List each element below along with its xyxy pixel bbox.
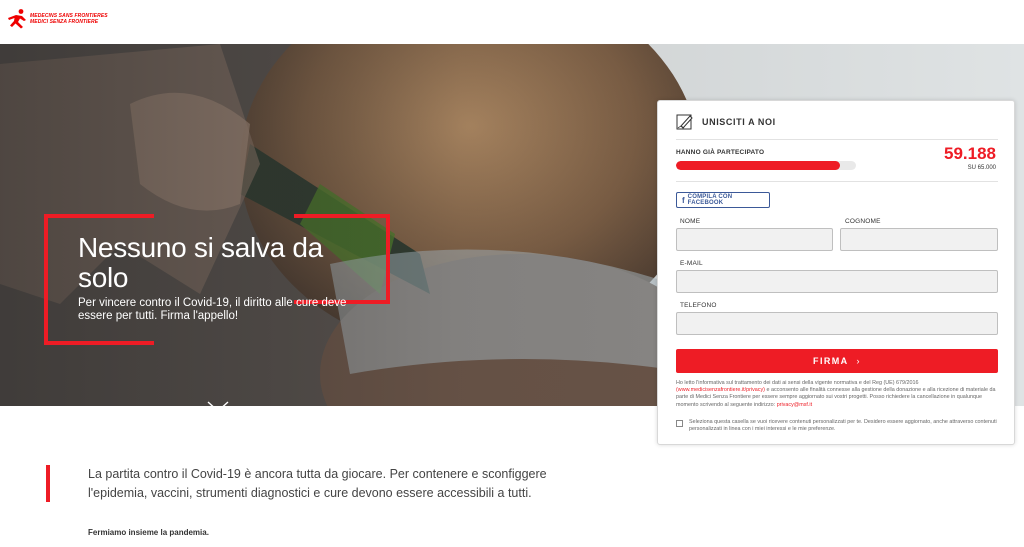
first-name-label: NOME [680,218,701,225]
facebook-button-label: COMPILA CON FACEBOOK [687,194,733,206]
site-header: MEDECINS SANS FRONTIERES MEDICI SENZA FR… [0,0,1024,44]
petition-form: UNISCITI A NOI HANNO GIÀ PARTECIPATO 59.… [657,100,1015,445]
progress-bar [676,161,856,170]
signature-count: 59.188 [944,144,996,163]
privacy-email-link[interactable]: privacy@msf.it [777,402,812,408]
phone-label: TELEFONO [680,302,717,309]
pen-signature-icon [676,114,693,130]
form-title: UNISCITI A NOI [702,117,776,127]
sign-button-label: FIRMA [813,356,849,366]
divider [676,181,998,182]
consent-checkbox[interactable] [676,420,683,427]
hero-title: Nessuno si salva da solo [78,232,323,293]
lead-paragraph: La partita contro il Covid-19 è ancora t… [88,467,547,500]
logo-line-2: MEDICI SENZA FRONTIERE [30,19,99,25]
hero-subtitle: Per vincere contro il Covid-19, il dirit… [78,297,347,322]
logo-wordmark: MEDECINS SANS FRONTIERES MEDICI SENZA FR… [30,13,108,25]
sign-button[interactable]: FIRMA › [676,349,998,373]
signature-goal: SU 65.000 [967,165,996,171]
consent-text: Seleziona questa casella se vuoi ricever… [689,419,997,433]
divider [676,139,998,140]
chevron-down-icon[interactable] [207,401,229,406]
last-name-field[interactable] [840,228,998,251]
facebook-fill-button[interactable]: f COMPILA CON FACEBOOK [676,192,770,208]
progress-label: HANNO GIÀ PARTECIPATO [676,149,765,156]
last-name-label: COGNOME [845,218,881,225]
form-header: UNISCITI A NOI [676,113,776,131]
email-field[interactable] [676,270,998,293]
msf-logo[interactable]: MEDECINS SANS FRONTIERES MEDICI SENZA FR… [6,8,108,30]
privacy-link[interactable]: (www.medicisenzafrontiere.it/privacy) [676,387,765,393]
closing-statement: Fermiamo insieme la pandemia. [88,528,209,537]
quote-accent-bar [46,465,50,502]
progress-fill [676,161,840,170]
chevron-right-icon: › [856,356,861,366]
msf-running-man-icon [8,9,26,29]
first-name-field[interactable] [676,228,833,251]
privacy-text-1: Ho letto l'informativa sul trattamento d… [676,380,919,386]
facebook-icon: f [682,195,685,205]
privacy-notice: Ho letto l'informativa sul trattamento d… [676,380,998,409]
consent-row: Seleziona questa casella se vuoi ricever… [676,419,998,433]
phone-field[interactable] [676,312,998,335]
email-label: E-MAIL [680,260,703,267]
